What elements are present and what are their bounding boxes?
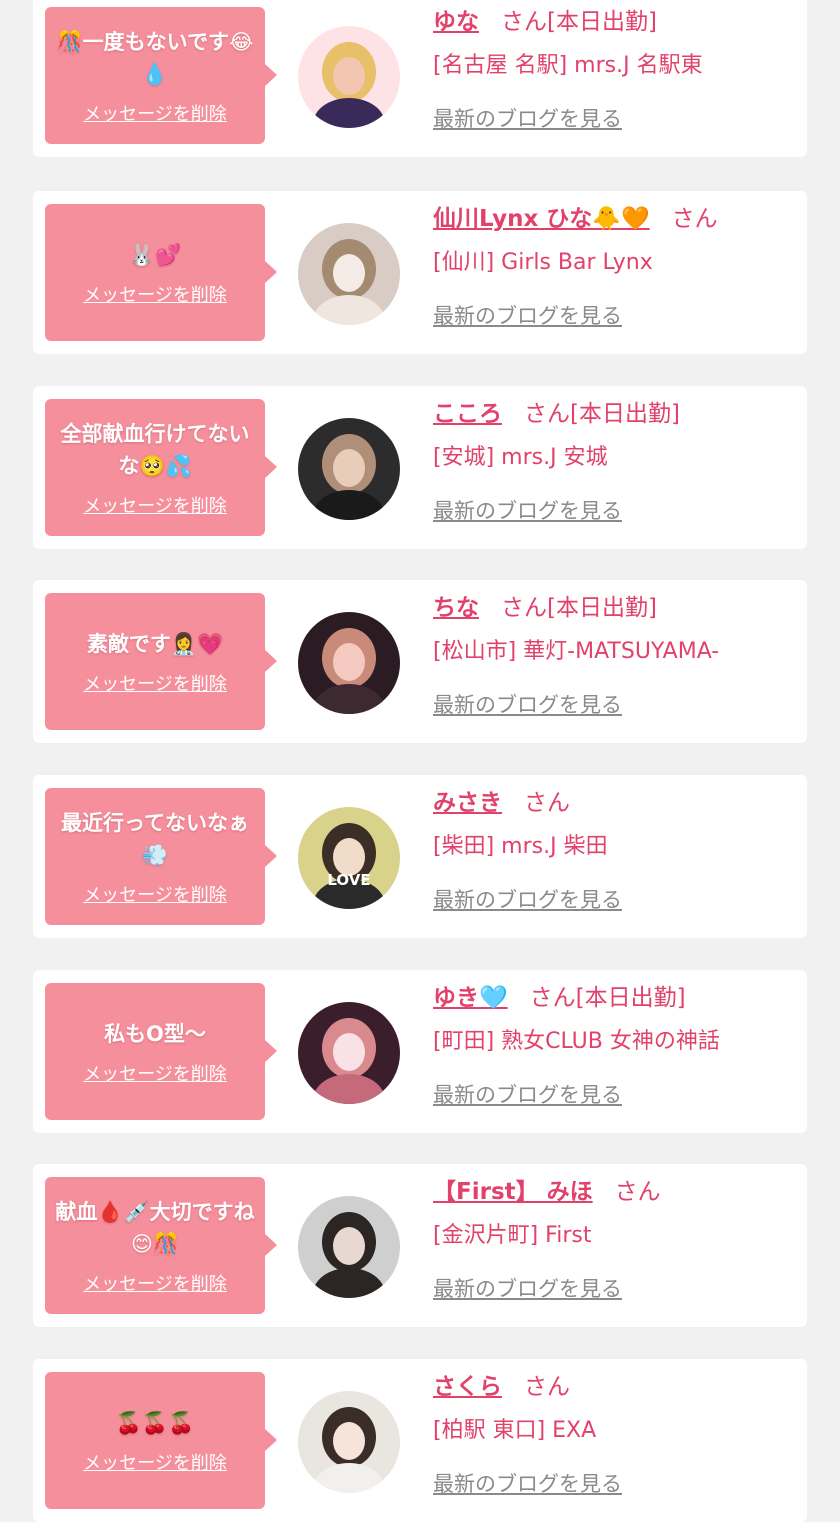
cast-info: みさき さん [柴田] mrs.J 柴田 最新のブログを見る — [433, 785, 803, 917]
name-line: みさき さん — [433, 785, 803, 821]
cast-status: さん — [524, 1374, 570, 1400]
avatar-photo — [298, 1196, 400, 1298]
avatar-photo — [298, 612, 400, 714]
avatar[interactable] — [298, 418, 400, 520]
avatar-photo: LOVE — [298, 807, 400, 909]
favorite-card: 🐰💕 メッセージを削除 仙川Lynx ひな🐥🧡 さん [仙川] Girls Bar… — [33, 191, 807, 354]
favorite-card: 🍒🍒🍒 メッセージを削除 さくら さん [柏駅 東口] EXA 最新のブログを見る — [33, 1359, 807, 1522]
message-bubble: 素敵です👩‍⚕️💗 メッセージを削除 — [45, 593, 277, 730]
avatar-photo — [298, 223, 400, 325]
shop-name: [名古屋 名駅] mrs.J 名駅東 — [433, 53, 703, 78]
message-bubble: 🐰💕 メッセージを削除 — [45, 204, 277, 341]
name-line: 【First】 みほ さん — [433, 1174, 803, 1210]
message-bubble: 🍒🍒🍒 メッセージを削除 — [45, 1372, 277, 1509]
delete-message-link[interactable]: メッセージを削除 — [83, 492, 227, 518]
avatar-photo — [298, 26, 400, 128]
shop-name: [安城] mrs.J 安城 — [433, 445, 608, 470]
cast-name-link[interactable]: 【First】 みほ — [433, 1179, 593, 1205]
favorite-card: 🎊一度もないです😂💧 メッセージを削除 ゆな さん[本日出勤] [名古屋 名駅] … — [33, 0, 807, 157]
favorites-list: 🎊一度もないです😂💧 メッセージを削除 ゆな さん[本日出勤] [名古屋 名駅] … — [0, 0, 840, 1522]
favorite-card: 献血🩸💉大切ですね😊🎊 メッセージを削除 【First】 みほ さん [金沢片町]… — [33, 1164, 807, 1327]
cast-status: さん[本日出勤] — [501, 595, 657, 621]
shop-name: [金沢片町] First — [433, 1223, 592, 1248]
delete-message-link[interactable]: メッセージを削除 — [83, 1270, 227, 1296]
delete-message-link[interactable]: メッセージを削除 — [83, 670, 227, 696]
latest-blog-link[interactable]: 最新のブログを見る — [433, 1078, 803, 1112]
delete-message-link[interactable]: メッセージを削除 — [83, 1449, 227, 1475]
delete-message-link[interactable]: メッセージを削除 — [83, 281, 227, 307]
avatar[interactable]: LOVE — [298, 807, 400, 909]
cast-name-link[interactable]: さくら — [433, 1374, 502, 1400]
name-line: ゆき🩵 さん[本日出勤] — [433, 980, 803, 1016]
message-text: 🍒🍒🍒 — [115, 1410, 195, 1435]
latest-blog-link[interactable]: 最新のブログを見る — [433, 299, 803, 333]
svg-text:LOVE: LOVE — [327, 871, 370, 889]
latest-blog-link[interactable]: 最新のブログを見る — [433, 688, 803, 722]
cast-info: ちな さん[本日出勤] [松山市] 華灯-MATSUYAMA- 最新のブログを見る — [433, 590, 803, 722]
cast-info: ゆき🩵 さん[本日出勤] [町田] 熟女CLUB 女神の神話 最新のブログを見る — [433, 980, 803, 1112]
cast-status: さん — [524, 790, 570, 816]
shop-name: [柏駅 東口] EXA — [433, 1418, 597, 1443]
message-bubble: 全部献血行けてないな🥺💦 メッセージを削除 — [45, 399, 277, 536]
cast-info: 仙川Lynx ひな🐥🧡 さん [仙川] Girls Bar Lynx 最新のブログ… — [433, 201, 803, 333]
message-bubble: 🎊一度もないです😂💧 メッセージを削除 — [45, 7, 277, 144]
name-line: さくら さん — [433, 1369, 803, 1405]
message-text: 🐰💕 — [128, 242, 182, 267]
latest-blog-link[interactable]: 最新のブログを見る — [433, 102, 803, 136]
name-line: 仙川Lynx ひな🐥🧡 さん — [433, 201, 803, 237]
avatar-photo — [298, 1391, 400, 1493]
cast-info: 【First】 みほ さん [金沢片町] First 最新のブログを見る — [433, 1174, 803, 1306]
message-bubble: 私もO型〜 メッセージを削除 — [45, 983, 277, 1120]
cast-status: さん — [671, 206, 718, 232]
cast-status: さん — [614, 1179, 661, 1205]
cast-status: さん[本日出勤] — [524, 401, 680, 427]
favorite-card: 素敵です👩‍⚕️💗 メッセージを削除 ちな さん[本日出勤] [松山市] 華灯-M… — [33, 580, 807, 743]
shop-name: [仙川] Girls Bar Lynx — [433, 250, 653, 275]
latest-blog-link[interactable]: 最新のブログを見る — [433, 1467, 803, 1501]
avatar-photo — [298, 418, 400, 520]
name-line: ちな さん[本日出勤] — [433, 590, 803, 626]
favorite-card: 最近行ってないなぁ💨 メッセージを削除 LOVE みさき さん [柴田] mrs.… — [33, 775, 807, 938]
avatar-photo — [298, 1002, 400, 1104]
cast-info: さくら さん [柏駅 東口] EXA 最新のブログを見る — [433, 1369, 803, 1501]
cast-info: こころ さん[本日出勤] [安城] mrs.J 安城 最新のブログを見る — [433, 396, 803, 528]
cast-name-link[interactable]: ちな — [433, 595, 479, 621]
avatar[interactable] — [298, 1002, 400, 1104]
favorite-card: 私もO型〜 メッセージを削除 ゆき🩵 さん[本日出勤] [町田] 熟女CLUB 女… — [33, 970, 807, 1133]
avatar[interactable] — [298, 1196, 400, 1298]
avatar[interactable] — [298, 1391, 400, 1493]
cast-name-link[interactable]: 仙川Lynx ひな🐥🧡 — [433, 206, 650, 232]
latest-blog-link[interactable]: 最新のブログを見る — [433, 1272, 803, 1306]
shop-name: [町田] 熟女CLUB 女神の神話 — [433, 1029, 720, 1054]
message-text: 最近行ってないなぁ💨 — [61, 810, 249, 867]
latest-blog-link[interactable]: 最新のブログを見る — [433, 494, 803, 528]
avatar[interactable] — [298, 26, 400, 128]
cast-name-link[interactable]: こころ — [433, 401, 502, 427]
message-bubble: 献血🩸💉大切ですね😊🎊 メッセージを削除 — [45, 1177, 277, 1314]
message-text: 私もO型〜 — [104, 1021, 206, 1046]
delete-message-link[interactable]: メッセージを削除 — [83, 100, 227, 126]
cast-name-link[interactable]: ゆき🩵 — [433, 985, 508, 1011]
cast-status: さん[本日出勤] — [529, 985, 686, 1011]
shop-name: [松山市] 華灯-MATSUYAMA- — [433, 639, 720, 664]
message-text: 全部献血行けてないな🥺💦 — [60, 421, 250, 478]
cast-name-link[interactable]: ゆな — [433, 9, 479, 35]
cast-info: ゆな さん[本日出勤] [名古屋 名駅] mrs.J 名駅東 最新のブログを見る — [433, 4, 803, 136]
delete-message-link[interactable]: メッセージを削除 — [83, 881, 227, 907]
avatar[interactable] — [298, 612, 400, 714]
cast-status: さん[本日出勤] — [501, 9, 657, 35]
latest-blog-link[interactable]: 最新のブログを見る — [433, 883, 803, 917]
name-line: こころ さん[本日出勤] — [433, 396, 803, 432]
message-text: 献血🩸💉大切ですね😊🎊 — [55, 1199, 255, 1256]
message-text: 素敵です👩‍⚕️💗 — [86, 631, 224, 656]
delete-message-link[interactable]: メッセージを削除 — [83, 1060, 227, 1086]
name-line: ゆな さん[本日出勤] — [433, 4, 803, 40]
message-text: 🎊一度もないです😂💧 — [56, 29, 254, 86]
message-bubble: 最近行ってないなぁ💨 メッセージを削除 — [45, 788, 277, 925]
avatar[interactable] — [298, 223, 400, 325]
favorite-card: 全部献血行けてないな🥺💦 メッセージを削除 こころ さん[本日出勤] [安城] m… — [33, 386, 807, 549]
cast-name-link[interactable]: みさき — [433, 790, 502, 816]
shop-name: [柴田] mrs.J 柴田 — [433, 834, 608, 859]
